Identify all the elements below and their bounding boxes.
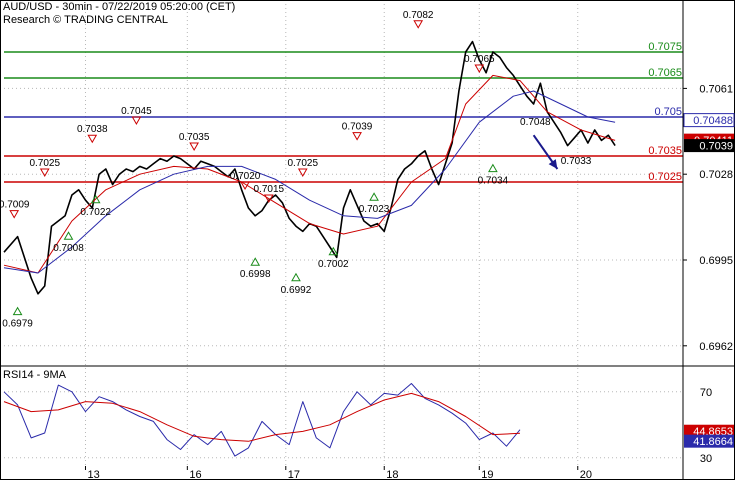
level-label: 0.7075 — [648, 41, 682, 53]
value-callout: 0.7033 — [561, 156, 592, 167]
y-tick-label: 0.6995 — [699, 255, 733, 267]
y-tick-label: 0.7061 — [699, 83, 733, 95]
swing-low-label: 0.7022 — [80, 207, 111, 218]
level-label: 0.7065 — [648, 67, 682, 79]
swing-high-label: 0.7039 — [342, 122, 373, 133]
x-tick-label: 18 — [386, 469, 398, 480]
swing-high-label: 0.7025 — [29, 158, 60, 169]
swing-high-label: 0.7025 — [287, 158, 318, 169]
swing-low-label: 0.6992 — [281, 285, 312, 296]
chart-stage: 0.7075 0.7065 0.705 0.7035 0.7025 0.7009 0.70… — [0, 0, 735, 481]
swing-high-label: 0.7015 — [254, 184, 285, 195]
right-value-label-text: 41.8664 — [693, 436, 733, 448]
right-value-label: 41.8664 — [684, 434, 734, 448]
swing-low-label: 0.6998 — [240, 269, 271, 280]
x-tick-label: 20 — [580, 469, 592, 480]
x-tick-label: 17 — [288, 469, 300, 480]
swing-high-label: 0.7020 — [230, 171, 261, 182]
y-tick-label: 0.6962 — [699, 341, 733, 353]
level-label: 0.705 — [654, 106, 682, 118]
chart-subtitle: Research © TRADING CENTRAL — [3, 14, 168, 26]
swing-high-label: 0.7035 — [179, 132, 210, 143]
value-callout: 0.7048 — [520, 117, 551, 128]
swing-high-label: 0.7038 — [77, 124, 108, 135]
swing-low-label: 0.6979 — [2, 319, 33, 330]
rsi-y-tick-label: 70 — [700, 387, 712, 399]
swing-high-label: 0.7082 — [403, 10, 434, 21]
swing-low-label: 0.7008 — [53, 243, 84, 254]
level-label: 0.7035 — [648, 145, 682, 157]
x-tick-label: 16 — [189, 469, 201, 480]
swing-low-label: 0.7002 — [318, 259, 349, 270]
right-value-label-text: 0.70488 — [693, 115, 733, 127]
right-value-label: 0.7039 — [684, 139, 734, 153]
level-label: 0.7025 — [648, 171, 682, 183]
rsi-y-tick-label: 30 — [700, 453, 712, 465]
chart-canvas: 0.7075 0.7065 0.705 0.7035 0.7025 0.7009 0.70… — [0, 0, 735, 481]
swing-high-label: 0.7045 — [121, 106, 152, 117]
swing-high-label: 0.7009 — [0, 200, 30, 211]
y-tick-label: 0.7028 — [699, 169, 733, 181]
chart-title: AUD/USD - 30min - 07/22/2019 05:20:00 (C… — [3, 1, 236, 13]
x-tick-label: 19 — [481, 469, 493, 480]
right-value-label: 0.70488 — [683, 113, 735, 128]
rsi-title: RSI14 - 9MA — [3, 369, 67, 381]
right-value-label-text: 0.7039 — [699, 141, 733, 153]
x-tick-label: 13 — [87, 469, 99, 480]
swing-low-label: 0.7023 — [359, 204, 390, 215]
swing-high-label: 0.7065 — [464, 54, 495, 65]
swing-low-label: 0.7034 — [478, 176, 509, 187]
